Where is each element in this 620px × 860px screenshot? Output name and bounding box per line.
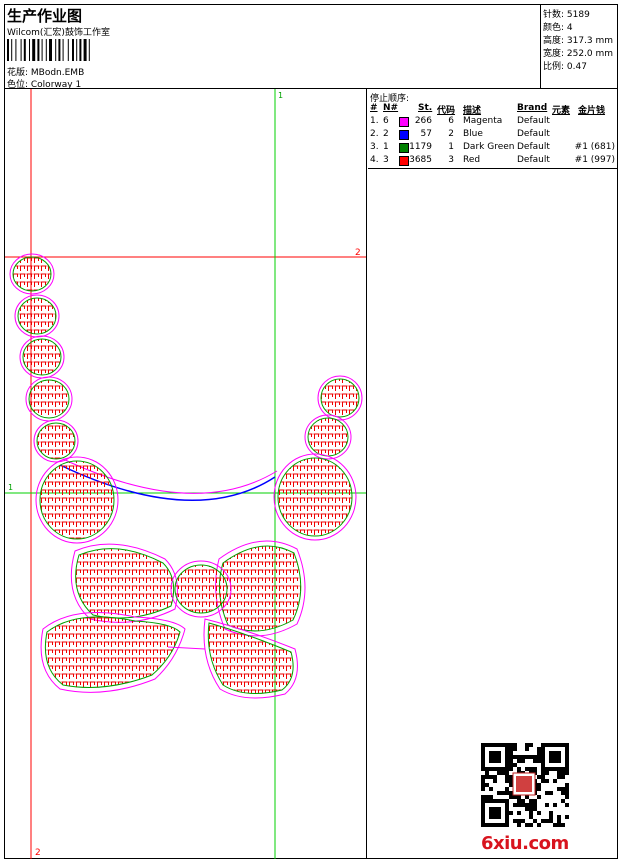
thread-brand: Default (517, 116, 550, 126)
guide-label-bottom: 2 (35, 848, 41, 858)
design-scale: 比例: 0.47 (543, 62, 587, 72)
col-header-sequin: 金片钱 (578, 106, 606, 116)
design-height: 高度: 317.3 mm (543, 36, 614, 46)
color-swatch (399, 156, 409, 166)
col-header-num: # (370, 103, 378, 113)
page-title: 生产作业图 (7, 7, 83, 25)
stop-sequence-table: 停止顺序: # N# St. 代码 描述 Brand 元素 金片钱 1. 6 266… (368, 89, 617, 169)
color-description: Dark Green (463, 142, 515, 152)
row-number: 3. (370, 142, 379, 152)
worksheet-header: 生产作业图 Wilcom(汇宏)鼓饰工作室 花版: MBodn.EMB 色位: … (5, 5, 617, 90)
watermark-text: 6xiu.com (481, 833, 569, 854)
thread-brand: Default (517, 129, 550, 139)
row-number: 4. (370, 155, 379, 165)
table-row: 2. 2 57 2 Blue Default (368, 129, 617, 142)
col-header-n: N# (383, 103, 399, 113)
embroidery-canvas: 1 1 2 2 (5, 89, 366, 859)
guide-label-right: 2 (355, 248, 361, 258)
color-code: 6 (448, 116, 454, 126)
bow-center-motif (40, 540, 306, 699)
design-stats: 针数: 5189 颜色: 4 高度: 317.3 mm 宽度: 252.0 mm… (540, 5, 617, 89)
needle-number: 3 (383, 155, 389, 165)
color-swatch (399, 143, 409, 153)
embroidery-preview: 1 1 2 2 (5, 89, 367, 859)
thread-brand: Default (517, 142, 550, 152)
row-number: 2. (370, 129, 379, 139)
barcode-icon (7, 39, 90, 61)
sequin-info: #1 (997) (574, 155, 615, 165)
col-header-element: 元素 (552, 106, 571, 116)
right-bead-chain (273, 375, 363, 541)
stitch-count-cell: 3685 (409, 155, 432, 165)
needle-number: 6 (383, 116, 389, 126)
col-header-desc: 描述 (463, 106, 482, 116)
color-count: 颜色: 4 (543, 23, 573, 33)
color-description: Blue (463, 129, 483, 139)
color-code: 3 (448, 155, 454, 165)
color-swatch (399, 117, 409, 127)
design-width: 宽度: 252.0 mm (543, 49, 614, 59)
stitch-count-cell: 266 (414, 116, 432, 126)
table-row: 4. 3 3685 3 Red Default #1 (997) (368, 155, 617, 168)
stitch-count-cell: 57 (420, 129, 432, 139)
needle-number: 1 (383, 142, 389, 152)
stitch-count-cell: 1179 (409, 142, 432, 152)
color-description: Magenta (463, 116, 503, 126)
color-code: 2 (448, 129, 454, 139)
col-header-code: 代码 (437, 106, 456, 116)
guide-label-left: 1 (8, 483, 13, 492)
left-bead-chain (9, 253, 119, 544)
thread-brand: Default (517, 155, 550, 165)
studio-name: Wilcom(汇宏)鼓饰工作室 (7, 28, 110, 38)
color-description: Red (463, 155, 481, 165)
sequin-info: #1 (681) (574, 142, 615, 152)
table-row: 3. 1 1179 1 Dark Green Default #1 (681) (368, 142, 617, 155)
color-swatch (399, 130, 409, 140)
production-worksheet: 生产作业图 Wilcom(汇宏)鼓饰工作室 花版: MBodn.EMB 色位: … (4, 4, 618, 859)
row-number: 1. (370, 116, 379, 126)
stitch-count: 针数: 5189 (543, 10, 590, 20)
needle-number: 2 (383, 129, 389, 139)
table-row: 1. 6 266 6 Magenta Default (368, 116, 617, 129)
col-header-brand: Brand (517, 103, 548, 113)
guide-label-top: 1 (278, 91, 283, 100)
col-header-st: St. (418, 103, 433, 113)
color-code: 1 (448, 142, 454, 152)
qr-code-icon (481, 743, 569, 827)
